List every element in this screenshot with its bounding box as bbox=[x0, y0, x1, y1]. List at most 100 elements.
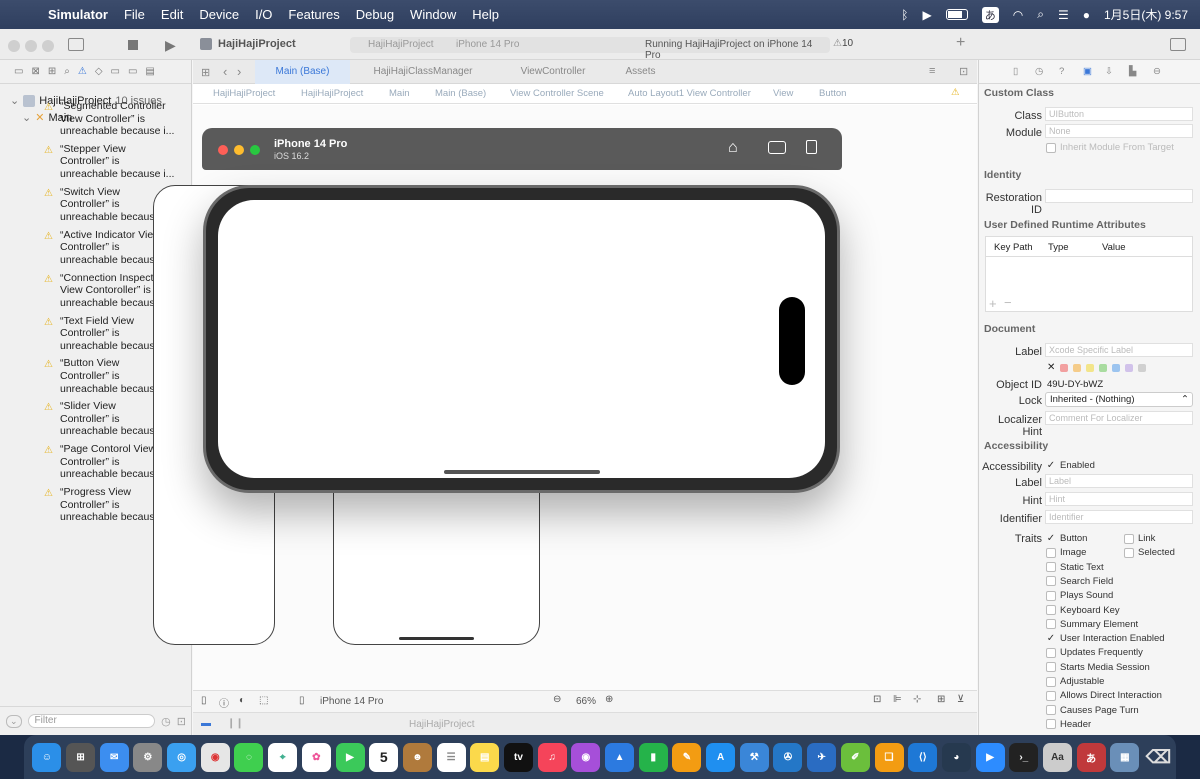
menu-io[interactable]: I/O bbox=[247, 7, 280, 22]
issue-item[interactable]: ⚠ “Stepper View Controller” is unreachable … bbox=[44, 143, 184, 183]
doc-label-field[interactable]: Xcode Specific Label bbox=[1045, 343, 1193, 357]
menu-clock[interactable]: 1月5日(木) 9:57 bbox=[1104, 6, 1188, 23]
simulator-icon[interactable]: ✈ bbox=[807, 742, 837, 772]
module-field[interactable]: None bbox=[1045, 124, 1193, 138]
gray-swatch[interactable] bbox=[1138, 363, 1147, 372]
github-desktop-icon[interactable]: ◕ bbox=[941, 742, 971, 772]
trait-checkbox[interactable]: Starts Media Session bbox=[1046, 662, 1150, 673]
outline-toggle-icon[interactable]: ▯ bbox=[201, 695, 207, 706]
menu-app-name[interactable]: Simulator bbox=[40, 7, 116, 22]
folder-icon[interactable]: ▭ bbox=[14, 66, 23, 77]
menu-device[interactable]: Device bbox=[191, 7, 247, 22]
runtime-attributes-table[interactable]: Key Path Type Value + − bbox=[985, 236, 1193, 312]
add-attribute-icon[interactable]: + bbox=[989, 296, 997, 311]
disclosure-open-icon[interactable]: ⌄ bbox=[10, 94, 19, 107]
trait-checkbox[interactable]: Link bbox=[1124, 533, 1155, 544]
green-swatch[interactable] bbox=[1099, 363, 1108, 372]
trait-checkbox[interactable]: Updates Frequently bbox=[1046, 647, 1143, 658]
chrome-icon[interactable]: ◉ bbox=[200, 742, 230, 772]
hierarchy-icon[interactable]: ⊞ bbox=[48, 66, 56, 77]
jump-item[interactable]: HajiHajiProject bbox=[301, 88, 363, 99]
home-indicator[interactable] bbox=[444, 470, 600, 474]
inherit-module-checkbox[interactable]: Inherit Module From Target bbox=[1046, 142, 1174, 153]
help-icon[interactable]: ? bbox=[1059, 66, 1064, 77]
col-value[interactable]: Value bbox=[1102, 242, 1126, 253]
class-field[interactable]: UIButton bbox=[1045, 107, 1193, 121]
run-icon[interactable]: ▶ bbox=[165, 37, 176, 54]
jump-item[interactable]: View bbox=[773, 88, 793, 99]
control-center-icon[interactable]: ☰ bbox=[1058, 8, 1069, 22]
tab-assets[interactable]: Assets bbox=[613, 60, 668, 84]
facetime-icon[interactable]: ▶ bbox=[335, 742, 365, 772]
zoom-app-icon[interactable]: ▶ bbox=[975, 742, 1005, 772]
calendar-icon[interactable]: 5 bbox=[369, 742, 399, 772]
podcasts-icon[interactable]: ◉ bbox=[571, 742, 601, 772]
project-title[interactable]: HajiHajiProject bbox=[218, 38, 296, 50]
menu-edit[interactable]: Edit bbox=[153, 7, 191, 22]
find-icon[interactable]: ⌕ bbox=[64, 66, 70, 77]
keynote-icon[interactable]: ▲ bbox=[605, 742, 635, 772]
col-type[interactable]: Type bbox=[1048, 242, 1069, 253]
red-swatch[interactable] bbox=[1060, 363, 1069, 372]
simulator-screen[interactable] bbox=[218, 200, 825, 478]
remove-attribute-icon[interactable]: − bbox=[1004, 295, 1012, 310]
size-icon[interactable]: ▙ bbox=[1129, 66, 1136, 77]
dark-mode-icon[interactable]: ◐ bbox=[239, 695, 245, 706]
debug-area-icon[interactable]: ▬ bbox=[201, 718, 211, 729]
instruments-icon[interactable]: ✇ bbox=[773, 742, 803, 772]
siri-icon[interactable]: ● bbox=[1083, 8, 1090, 22]
acc-hint-field[interactable]: Hint bbox=[1045, 492, 1193, 506]
rotate-icon[interactable] bbox=[806, 140, 817, 154]
menu-debug[interactable]: Debug bbox=[348, 7, 402, 22]
photos-icon[interactable]: ✿ bbox=[301, 742, 331, 772]
close-window-button[interactable] bbox=[8, 40, 20, 52]
adjust-editor-icon[interactable]: ≡ bbox=[929, 65, 935, 77]
system-settings-icon[interactable]: ⚙ bbox=[133, 742, 163, 772]
col-key-path[interactable]: Key Path bbox=[994, 242, 1033, 253]
minimize-window-button[interactable] bbox=[25, 40, 37, 52]
numbers-icon[interactable]: ▮ bbox=[638, 742, 668, 772]
wifi-icon[interactable]: ◠ bbox=[1013, 8, 1023, 22]
breakpoint-icon[interactable]: ▭ bbox=[128, 66, 137, 77]
home-icon[interactable]: ⌂ bbox=[728, 139, 738, 157]
forward-icon[interactable]: › bbox=[237, 64, 241, 79]
embed-icon[interactable]: ⊻ bbox=[957, 694, 964, 705]
recent-filter-icon[interactable]: ◷ bbox=[161, 715, 171, 728]
add-editor-icon[interactable]: ⊡ bbox=[959, 65, 968, 78]
notes-icon[interactable]: ▤ bbox=[470, 742, 500, 772]
pages-icon[interactable]: ✎ bbox=[672, 742, 702, 772]
font-book-icon[interactable]: Aa bbox=[1042, 742, 1072, 772]
tab-main-base[interactable]: Main (Base) bbox=[255, 60, 350, 84]
trait-checkbox[interactable]: Keyboard Key bbox=[1046, 605, 1120, 616]
attributes-icon[interactable]: ⇩ bbox=[1105, 66, 1113, 77]
reminders-icon[interactable]: ☰ bbox=[436, 742, 466, 772]
preview-icon[interactable]: ▦ bbox=[1110, 742, 1140, 772]
trait-checkbox[interactable]: Summary Element bbox=[1046, 619, 1138, 630]
trait-checkbox[interactable]: Allows Direct Interaction bbox=[1046, 690, 1162, 701]
inspector-toggle-icon[interactable] bbox=[1170, 38, 1186, 51]
tab-view-controller[interactable]: ViewController bbox=[493, 60, 613, 84]
jump-item[interactable]: Main (Base) bbox=[435, 88, 486, 99]
issue-navigator-icon[interactable]: ⚠ bbox=[78, 66, 87, 77]
mail-icon[interactable]: ✉ bbox=[99, 742, 129, 772]
localizer-hint-field[interactable]: Comment For Localizer bbox=[1045, 411, 1193, 425]
finder-icon[interactable]: ☺ bbox=[32, 742, 62, 772]
orientation-icon[interactable]: ⬚ bbox=[259, 695, 268, 706]
test-icon[interactable]: ◇ bbox=[95, 66, 103, 77]
trait-checkbox[interactable]: Adjustable bbox=[1046, 676, 1104, 687]
trait-checkbox[interactable]: Causes Page Turn bbox=[1046, 705, 1139, 716]
stop-icon[interactable] bbox=[128, 40, 138, 50]
jump-item[interactable]: View Controller Scene bbox=[510, 88, 604, 99]
disclosure-open-icon[interactable]: ⌄ bbox=[22, 111, 31, 124]
debug-icon[interactable]: ▭ bbox=[111, 66, 120, 77]
apple-tv-icon[interactable]: tv bbox=[503, 742, 533, 772]
library-add-icon[interactable]: + bbox=[956, 34, 965, 52]
trait-checkbox[interactable]: ✓ Button bbox=[1046, 533, 1088, 544]
issue-filter-icon[interactable]: ⊡ bbox=[177, 715, 186, 728]
align-icon[interactable]: ⊫ bbox=[893, 694, 902, 705]
trait-checkbox[interactable]: Header bbox=[1046, 719, 1091, 730]
yellow-swatch[interactable] bbox=[1086, 363, 1095, 372]
input-method-icon[interactable]: あ bbox=[981, 6, 999, 23]
appearance-icon[interactable]: ⓘ bbox=[219, 695, 229, 710]
sim-minimize-button[interactable] bbox=[234, 145, 244, 155]
